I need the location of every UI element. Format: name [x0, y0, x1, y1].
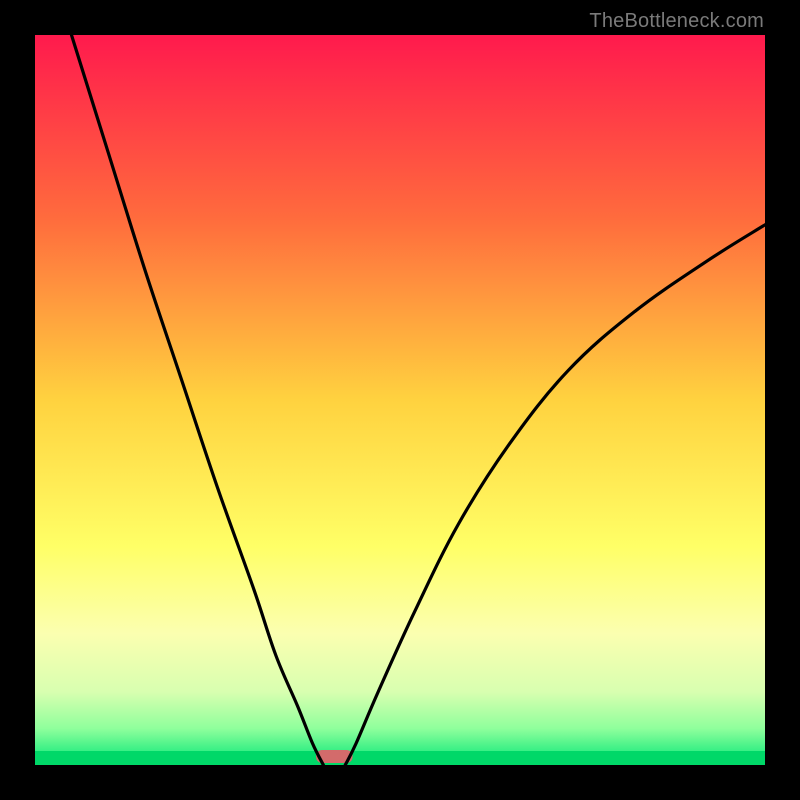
chart-container: TheBottleneck.com — [0, 0, 800, 800]
bottom-strip — [35, 751, 765, 765]
chart-svg — [35, 35, 765, 765]
plot-area — [35, 35, 765, 765]
watermark-text: TheBottleneck.com — [589, 10, 764, 33]
gradient-background — [35, 35, 765, 765]
